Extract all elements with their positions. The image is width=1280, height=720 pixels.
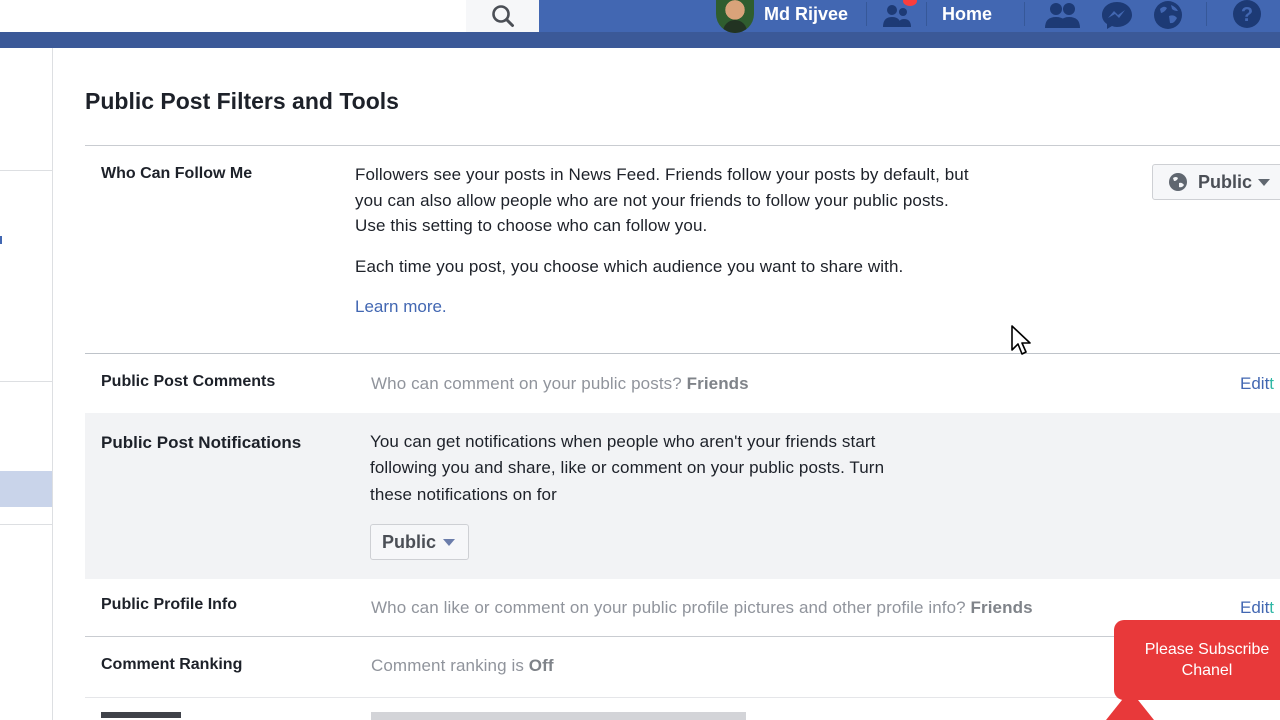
nav-divider: [1024, 2, 1025, 26]
notifications-description-line: You can get notifications when people wh…: [370, 432, 876, 451]
ranking-setting-summary: Comment ranking is Off: [371, 656, 554, 676]
subscribe-overlay[interactable]: Please Subscribe Chanel: [1114, 620, 1280, 700]
follow-setting-label: Who Can Follow Me: [101, 165, 253, 182]
follow-description-line: Followers see your posts in News Feed. F…: [355, 165, 969, 184]
sidebar-divider: [0, 524, 52, 525]
notifications-audience-value: Public: [382, 531, 437, 552]
profile-info-value: Friends: [970, 598, 1033, 617]
ranking-setting-label: Comment Ranking: [101, 656, 243, 673]
comments-question: Who can comment on your public posts?: [371, 374, 682, 393]
follow-audience-value: Public: [1198, 171, 1253, 192]
profile-link[interactable]: Md Rijvee: [764, 4, 848, 25]
top-navigation-bar: Md Rijvee Home ?: [0, 0, 1280, 48]
settings-sidebar: [0, 48, 53, 720]
page-title: Public Post Filters and Tools: [85, 88, 399, 114]
search-input[interactable]: [0, 0, 466, 32]
notifications-button[interactable]: [1150, 0, 1186, 30]
follow-audience-dropdown[interactable]: Public: [1152, 164, 1280, 200]
comments-setting-summary: Who can comment on your public posts? Fr…: [371, 374, 749, 394]
follow-description-line: you can also allow people who are not yo…: [355, 190, 949, 210]
edit-label-tail: t: [1269, 598, 1275, 617]
edit-label: Edit: [1240, 598, 1270, 617]
friend-requests-button[interactable]: [1042, 0, 1082, 30]
section-divider: [85, 636, 1280, 637]
home-link[interactable]: Home: [942, 4, 992, 25]
partial-row-summary: [371, 712, 746, 720]
friend-requests-icon: [1045, 3, 1080, 28]
globe-icon: [1169, 173, 1187, 191]
sidebar-divider: [0, 381, 52, 382]
profile-info-setting-summary: Who can like or comment on your public p…: [371, 598, 1033, 618]
notifications-description: You can get notifications when people wh…: [370, 429, 1010, 508]
messenger-icon: [1102, 2, 1132, 29]
ranking-text: Comment ranking is: [371, 656, 524, 675]
top-bar-edge: [0, 32, 1280, 48]
nav-divider: [866, 2, 867, 26]
notifications-description-line: following you and share, like or comment…: [370, 458, 885, 478]
learn-more-link[interactable]: Learn more.: [355, 297, 447, 317]
messenger-button[interactable]: [1098, 0, 1136, 30]
nav-divider: [1206, 2, 1207, 26]
profile-info-question: Who can like or comment on your public p…: [371, 598, 966, 617]
notifications-audience-dropdown[interactable]: Public: [370, 524, 469, 560]
profile-info-edit-link[interactable]: Editt: [1240, 598, 1274, 618]
svg-text:?: ?: [1241, 4, 1253, 26]
chevron-down-icon: [443, 538, 456, 546]
sidebar-divider: [0, 170, 52, 171]
sidebar-accent: [0, 236, 2, 244]
comments-setting-label: Public Post Comments: [101, 373, 276, 390]
search-icon: [491, 5, 514, 27]
follow-audience-note: Each time you post, you choose which aud…: [355, 257, 904, 276]
nav-divider: [926, 2, 927, 26]
section-divider: [85, 697, 1280, 698]
notifications-setting-label: Public Post Notifications: [101, 433, 302, 452]
profile-info-setting-label: Public Profile Info: [101, 596, 238, 613]
chevron-down-icon: [1258, 178, 1271, 186]
partial-row-label: [101, 712, 181, 718]
search-button[interactable]: [466, 0, 539, 32]
sidebar-item-selected[interactable]: [0, 471, 52, 507]
comments-edit-link[interactable]: Editt: [1240, 374, 1274, 394]
section-divider: [85, 145, 1280, 146]
help-icon: ?: [1233, 0, 1261, 28]
ranking-value: Off: [528, 656, 554, 675]
follow-description-line: Use this setting to choose who can follo…: [355, 216, 708, 235]
mouse-cursor-icon: [1011, 325, 1031, 355]
globe-notifications-icon: [1154, 1, 1182, 29]
edit-label: Edit: [1240, 374, 1270, 393]
subscribe-line: Please Subscribe: [1144, 641, 1270, 658]
follow-description: Followers see your posts in News Feed. F…: [355, 162, 1115, 239]
help-button[interactable]: ?: [1230, 0, 1264, 30]
notification-badge: [903, 0, 917, 6]
subscribe-line: Chanel: [1181, 662, 1233, 679]
edit-label-tail: t: [1269, 374, 1275, 393]
avatar[interactable]: [716, 0, 754, 33]
comments-value: Friends: [686, 374, 749, 393]
notifications-description-line: these notifications on for: [370, 484, 557, 504]
section-divider: [85, 353, 1280, 354]
